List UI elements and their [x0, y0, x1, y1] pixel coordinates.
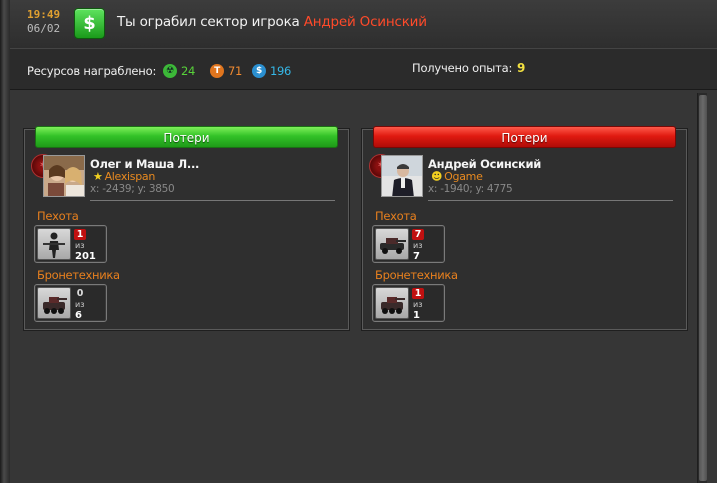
report-time: 19:49	[27, 8, 61, 21]
of-label: из	[75, 300, 85, 309]
armored-vehicle-icon	[37, 287, 71, 319]
star-icon: ★	[93, 170, 103, 183]
attacker-losses-header: Потери	[35, 126, 338, 148]
report-header: 19:49 06/02 $ Ты ограбил сектор игрока А…	[10, 0, 717, 48]
resource-radiation: ☢ 24	[163, 63, 195, 79]
infantry-section-title: Пехота	[37, 209, 79, 223]
dollar-icon: $	[252, 64, 266, 78]
infantry-section-title: Пехота	[375, 209, 417, 223]
radiation-icon: ☢	[163, 64, 177, 78]
titanium-icon: T	[210, 64, 224, 78]
avatar-photo	[44, 156, 84, 196]
money-icon: $	[74, 8, 105, 39]
attacker-panel: Потери ✶ Олег и Маша Л... ★Alexispan x: …	[24, 126, 349, 330]
units-lost-count: 0	[76, 288, 84, 299]
resource-money-value: 196	[270, 64, 292, 78]
attacker-alliance[interactable]: ★ Alexispan	[93, 170, 155, 183]
resources-looted-label: Ресурсов награблено:	[27, 64, 157, 78]
resource-radiation-value: 24	[181, 64, 196, 78]
attacker-alliance-name: Alexispan	[104, 170, 156, 183]
resource-titanium: T 71	[210, 63, 242, 79]
resource-money: $ 196	[252, 63, 291, 79]
units-lost-count: 7	[412, 229, 424, 240]
armor-section-title: Бронетехника	[37, 268, 120, 282]
experience-value: 9	[517, 61, 526, 75]
defender-avatar[interactable]	[381, 155, 423, 197]
scrollbar-thumb[interactable]	[699, 95, 707, 481]
defender-armor-card[interactable]: 1 из 1	[372, 284, 445, 322]
attacker-infantry-card[interactable]: 1 из 201	[34, 225, 107, 263]
attacker-coords: x: -2439; y: 3850	[90, 183, 175, 195]
defender-losses-header: Потери	[373, 126, 676, 148]
armor-section-title: Бронетехника	[375, 268, 458, 282]
target-player-link[interactable]: Андрей Осинский	[304, 14, 427, 30]
defender-alliance-name: Ogame	[444, 170, 483, 183]
units-total-count: 6	[75, 310, 82, 321]
units-total-count: 1	[413, 310, 420, 321]
attacker-armor-card[interactable]: 0 из 6	[34, 284, 107, 322]
armored-vehicle-icon	[375, 287, 409, 319]
resource-titanium-value: 71	[228, 64, 243, 78]
avatar-photo	[382, 156, 422, 196]
attacker-name[interactable]: Олег и Маша Л...	[90, 157, 199, 171]
infantry-icon	[37, 228, 71, 260]
left-border	[0, 0, 10, 483]
loot-summary: Ресурсов награблено: ☢ 24 T 71 $ 196 Пол…	[10, 48, 717, 90]
units-lost-count: 1	[74, 229, 86, 240]
defender-infantry-card[interactable]: 7 из 7	[372, 225, 445, 263]
divider	[90, 200, 335, 201]
defender-alliance[interactable]: ☻ Ogame	[431, 170, 483, 183]
attacker-avatar[interactable]	[43, 155, 85, 197]
of-label: из	[413, 241, 423, 250]
defender-panel: Потери ✶ Андрей Осинский ☻Ogame x: -1940…	[362, 126, 687, 330]
of-label: из	[75, 241, 85, 250]
units-lost-count: 1	[412, 288, 424, 299]
report-date: 06/02	[27, 22, 61, 35]
defender-coords: x: -1940; y: 4775	[428, 183, 513, 195]
scrollbar[interactable]	[697, 93, 707, 483]
units-total-count: 7	[413, 251, 420, 262]
infantry-icon	[375, 228, 409, 260]
defender-name[interactable]: Андрей Осинский	[428, 157, 541, 171]
of-label: из	[413, 300, 423, 309]
experience-label: Получено опыта:	[412, 61, 513, 75]
report-title: Ты ограбил сектор игрока Андрей Осинский	[117, 14, 427, 30]
units-total-count: 201	[75, 251, 96, 262]
divider	[428, 200, 673, 201]
skull-icon: ☻	[431, 170, 443, 183]
report-title-text: Ты ограбил сектор игрока	[117, 14, 300, 30]
